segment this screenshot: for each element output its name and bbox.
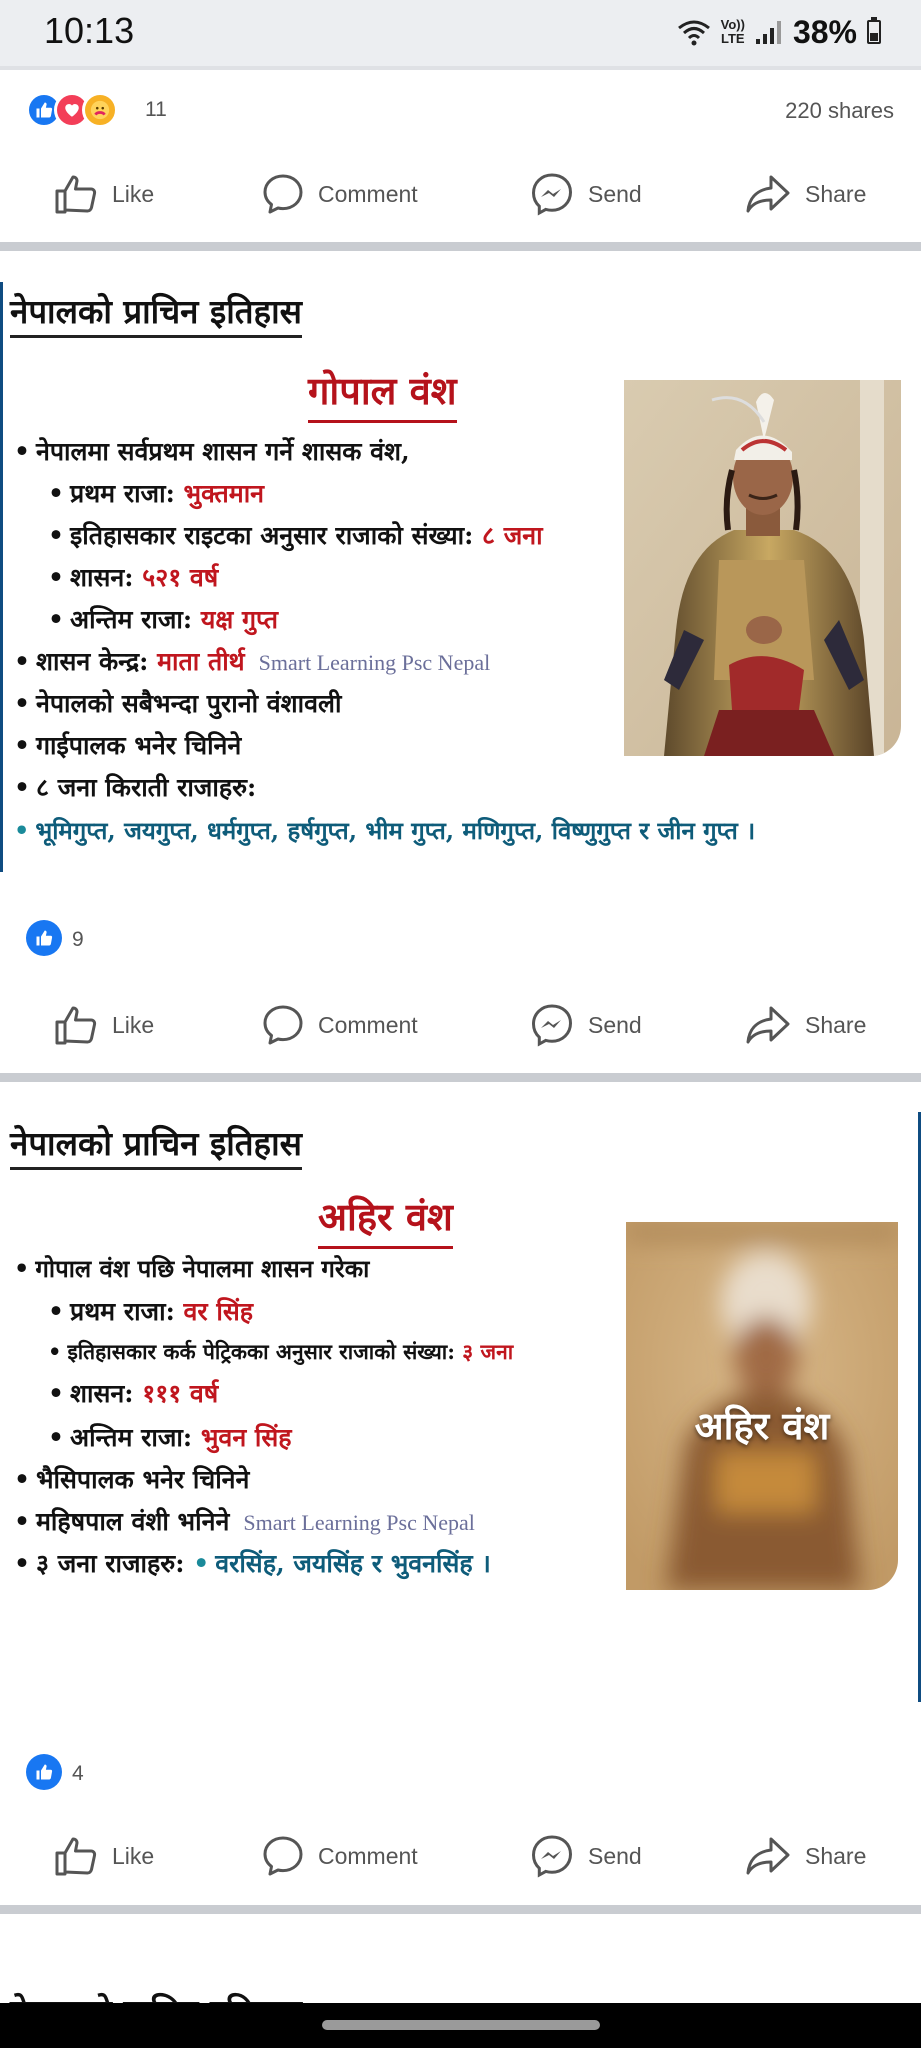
thumbs-up-icon <box>55 1006 97 1045</box>
watermark: Smart Learning Psc Nepal <box>258 650 491 675</box>
status-divider <box>0 66 921 70</box>
like-button[interactable]: Like <box>54 985 154 1065</box>
share-label: Share <box>805 180 867 207</box>
comment-button[interactable]: Comment <box>262 154 418 234</box>
watermark: Smart Learning Psc Nepal <box>243 1510 475 1535</box>
comment-label: Comment <box>318 1011 418 1038</box>
info-kings-list: • भूमिगुप्त, जयगुप्त, धर्मगुप्त, हर्षगुप्… <box>14 816 756 845</box>
battery-percent: 38% <box>792 13 857 50</box>
info-rule: • शासन: १११ वर्ष <box>48 1379 219 1408</box>
info-kirati: • ८ जना किराती राजाहरु: <box>14 773 257 802</box>
info-known-as: • भैसिपालक भनेर चिनिने <box>14 1465 250 1494</box>
info-last-king: • अन्तिम राजा: यक्ष गुप्त <box>48 605 278 634</box>
share-button[interactable]: Share <box>745 1816 866 1896</box>
shares-count[interactable]: 220 shares <box>785 98 894 124</box>
share-arrow-icon <box>746 1006 790 1044</box>
info-last-king: • अन्तिम राजा: भुवन सिंह <box>48 1423 292 1452</box>
thumbs-up-icon <box>55 1837 97 1876</box>
care-reaction-icon <box>82 92 118 128</box>
comment-icon <box>263 1836 303 1876</box>
system-nav-bar <box>0 2003 921 2048</box>
share-label: Share <box>805 1842 867 1869</box>
comment-icon <box>263 174 303 214</box>
status-bar: 10:13 Vo)) LTE 38% <box>0 0 921 66</box>
like-reaction-icon <box>26 1754 62 1790</box>
info-first-king: • प्रथम राजा: वर सिंह <box>48 1297 253 1326</box>
dynasty-title: गोपाल वंश <box>308 364 457 423</box>
comment-button[interactable]: Comment <box>262 1816 418 1896</box>
comment-icon <box>263 1005 303 1045</box>
info-capital: • शासन केन्द्र: माता तीर्थ Smart Learning … <box>14 647 491 676</box>
card-title: नेपालको प्राचिन इतिहास <box>10 288 302 338</box>
action-bar: Like Comment Send Share <box>0 985 921 1065</box>
send-button[interactable]: Send <box>530 985 642 1065</box>
image-overlay-label: अहिर वंश <box>694 1402 830 1448</box>
post-image-gopal[interactable]: नेपालको प्राचिन इतिहास गोपाल वंश • नेपालम… <box>0 282 921 872</box>
status-icons: Vo)) LTE 38% <box>677 12 881 52</box>
share-button[interactable]: Share <box>745 985 866 1065</box>
home-gesture-handle[interactable] <box>322 2020 600 2030</box>
reaction-count: 11 <box>145 98 167 121</box>
reaction-icons <box>26 92 118 128</box>
like-button[interactable]: Like <box>54 154 154 234</box>
post-divider <box>0 1073 921 1082</box>
send-label: Send <box>588 1842 642 1869</box>
send-button[interactable]: Send <box>530 1816 642 1896</box>
send-label: Send <box>588 180 642 207</box>
comment-label: Comment <box>318 1842 418 1869</box>
share-button[interactable]: Share <box>745 154 866 234</box>
thumbs-up-icon <box>55 175 97 214</box>
like-reaction-icon <box>26 920 62 956</box>
status-time: 10:13 <box>44 10 135 51</box>
king-portrait-image <box>624 380 901 756</box>
like-button[interactable]: Like <box>54 1816 154 1896</box>
send-button[interactable]: Send <box>530 154 642 234</box>
action-bar: Like Comment Send Share <box>0 1816 921 1896</box>
like-label: Like <box>112 1011 155 1038</box>
messenger-icon <box>531 1004 573 1047</box>
info-line: • नेपालमा सर्वप्रथम शासन गर्ने शासक वंश, <box>14 437 410 466</box>
blurred-portrait-image: अहिर वंश <box>626 1222 898 1590</box>
post-image-ahir[interactable]: नेपालको प्राचिन इतिहास अहिर वंश • गोपाल व… <box>0 1112 921 1702</box>
post-divider <box>0 1905 921 1914</box>
battery-icon <box>867 17 881 44</box>
volte-indicator: Vo)) LTE <box>721 18 745 46</box>
info-rule: • शासन: ५२१ वर्ष <box>48 563 219 592</box>
card-title: नेपालको प्राचिन इतिहास <box>10 1120 302 1170</box>
messenger-icon <box>531 173 573 216</box>
share-arrow-icon <box>746 175 790 213</box>
share-arrow-icon <box>746 1837 790 1875</box>
card-left-border <box>0 282 3 872</box>
messenger-icon <box>531 1835 573 1878</box>
info-kings-count: • इतिहासकार कर्क पेट्रिकका अनुसार राजाको … <box>48 1339 514 1364</box>
like-label: Like <box>112 1842 155 1869</box>
share-label: Share <box>805 1011 867 1038</box>
send-label: Send <box>588 1011 642 1038</box>
volte-top: Vo)) <box>720 17 745 32</box>
info-line: • गोपाल वंश पछि नेपालमा शासन गरेका <box>14 1254 370 1283</box>
like-count[interactable]: 9 <box>72 928 84 952</box>
comment-label: Comment <box>318 180 418 207</box>
dynasty-title: अहिर वंश <box>318 1190 453 1249</box>
info-first-king: • प्रथम राजा: भुक्तमान <box>48 479 265 508</box>
info-kings-list: • ३ जना राजाहरु: • वरसिंह, जयसिंह र भुवनसि… <box>14 1549 491 1578</box>
like-count[interactable]: 4 <box>72 1762 84 1786</box>
wifi-icon <box>677 20 710 46</box>
action-bar: Like Comment Send Share <box>0 154 921 234</box>
info-known-as: • गाईपालक भनेर चिनिने <box>14 731 242 760</box>
info-mahish: • महिषपाल वंशी भनिने Smart Learning Psc Ne… <box>14 1507 475 1536</box>
reactions-row[interactable]: 11 220 shares <box>0 86 921 136</box>
info-kings-count: • इतिहासकार राइटका अनुसार राजाको संख्या: … <box>48 521 543 550</box>
like-label: Like <box>112 180 155 207</box>
info-oldest: • नेपालको सबैभन्दा पुरानो वंशावली <box>14 689 342 718</box>
post-divider <box>0 242 921 251</box>
volte-bottom: LTE <box>721 31 745 46</box>
signal-icon <box>755 21 781 44</box>
comment-button[interactable]: Comment <box>262 985 418 1065</box>
